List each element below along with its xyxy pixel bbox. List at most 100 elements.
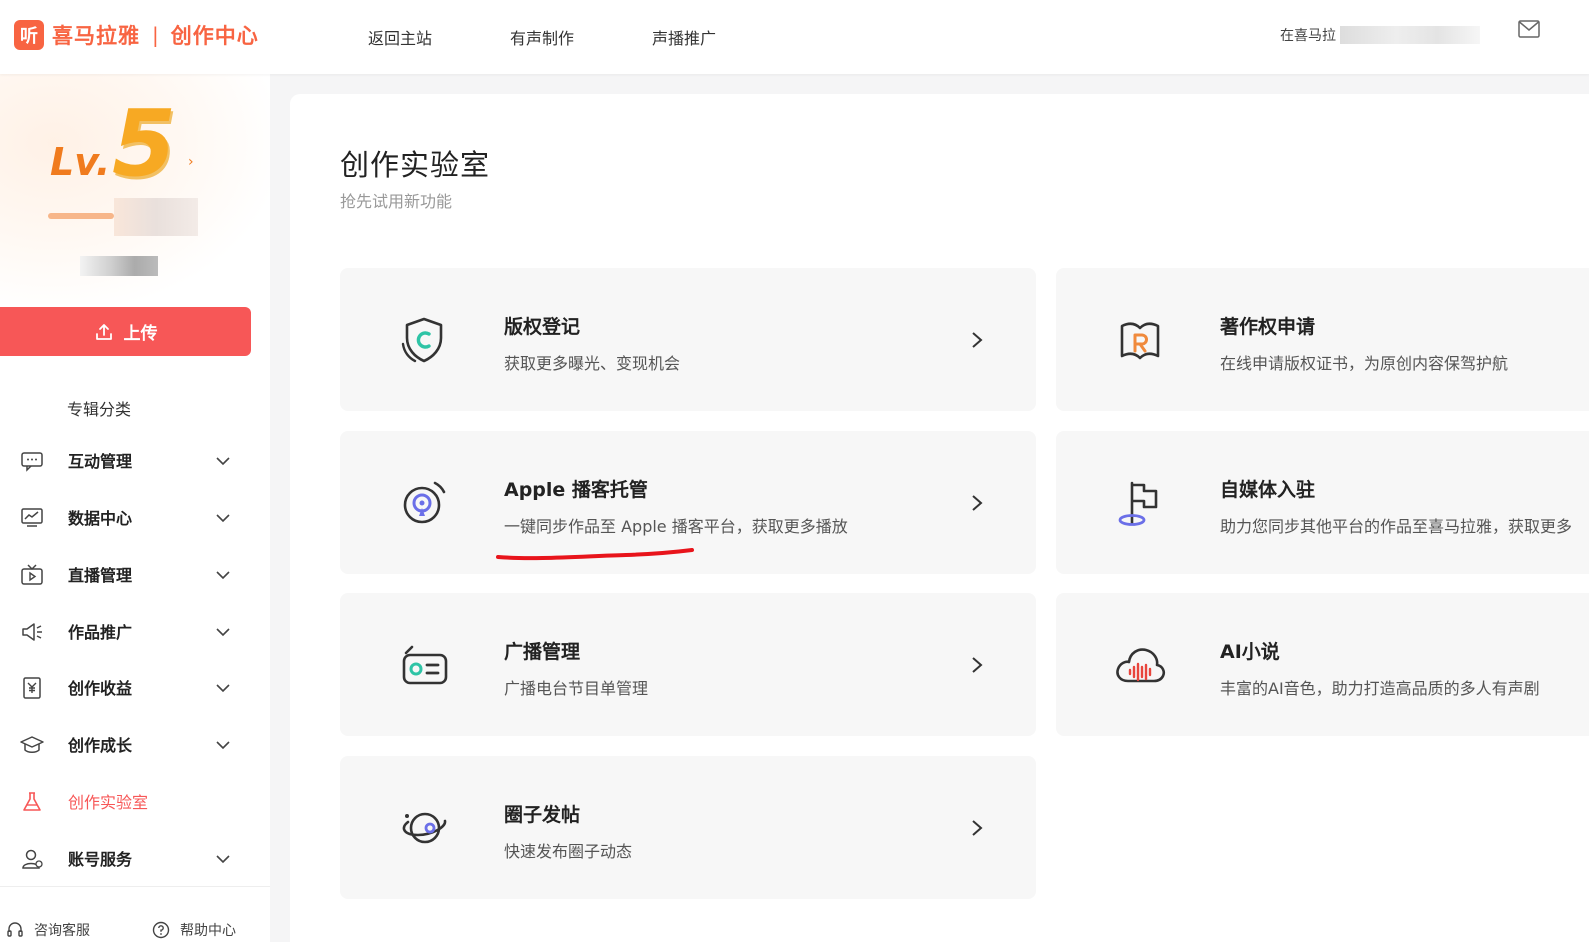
sidebar-footer: 咨询客服 帮助中心: [0, 914, 270, 942]
user-prefix-text: 在喜马拉: [1280, 28, 1336, 44]
blurred-avatar: [114, 198, 198, 236]
sidebar-item-creative-lab[interactable]: 创作实验室: [0, 781, 270, 821]
sidebar-item-account[interactable]: 账号服务: [0, 838, 270, 878]
planet-icon: [402, 812, 447, 844]
chat-icon: [21, 452, 43, 472]
sidebar-item-label: 作品推广: [68, 623, 133, 642]
level-number: 5: [112, 90, 177, 197]
brand-logo[interactable]: 听 喜马拉雅 | 创作中心: [14, 20, 259, 50]
sidebar-item-label: 创作实验室: [68, 793, 149, 812]
chart-icon: [21, 508, 43, 527]
card-desc: 助力您同步其他平台的作品至喜马拉雅，获取更多: [1220, 517, 1573, 536]
chevron-down-icon[interactable]: [215, 453, 231, 469]
blurred-nickname: [80, 256, 158, 276]
card-ai-novel[interactable]: AI小说 丰富的AI音色，助力打造高品质的多人有声剧: [1056, 593, 1589, 736]
flag-icon: [1118, 481, 1158, 526]
sidebar-divider: [0, 886, 270, 887]
sidebar-item-label: 创作成长: [68, 736, 133, 755]
help-center-label: 帮助中心: [180, 923, 236, 939]
level-arrow-icon[interactable]: ›: [188, 154, 194, 170]
help-center-link[interactable]: 帮助中心: [152, 920, 236, 940]
sidebar-item-promotion[interactable]: 作品推广: [0, 611, 270, 651]
card-circle-post[interactable]: 圈子发帖 快速发布圈子动态: [340, 756, 1036, 899]
upload-button[interactable]: 上传: [0, 307, 251, 356]
chevron-right-icon: [972, 495, 983, 511]
upload-label: 上传: [123, 324, 158, 344]
book-r-icon: [1120, 322, 1160, 360]
customer-service-label: 咨询客服: [34, 923, 90, 939]
sidebar: Lv. 5 › 上传 专辑分类 互动管理 数据中心 直播管理 作品推广 创作收益: [0, 74, 270, 942]
card-title: Apple 播客托管: [504, 479, 648, 501]
chevron-down-icon[interactable]: [215, 851, 231, 867]
card-desc: 广播电台节目单管理: [504, 679, 649, 698]
card-title: 自媒体入驻: [1220, 479, 1316, 501]
podcast-icon: [403, 481, 446, 524]
card-desc: 获取更多曝光、变现机会: [504, 354, 681, 373]
sidebar-item-label: 数据中心: [68, 509, 133, 528]
brand-separator: |: [152, 23, 159, 47]
page-title: 创作实验室: [340, 148, 491, 182]
megaphone-icon: [22, 623, 42, 641]
yuan-icon: [23, 677, 41, 699]
chevron-down-icon[interactable]: [215, 737, 231, 753]
sidebar-item-earnings[interactable]: 创作收益: [0, 667, 270, 707]
chevron-down-icon[interactable]: [215, 510, 231, 526]
chevron-right-icon: [972, 820, 983, 836]
card-copyright-application[interactable]: 著作权申请 在线申请版权证书，为原创内容保驾护航: [1056, 268, 1589, 411]
user-icon: [22, 849, 43, 869]
cloud-wave-icon: [1116, 648, 1166, 683]
nav-item-home[interactable]: 返回主站: [368, 25, 432, 49]
level-progress-bar: [48, 213, 114, 219]
upload-icon: [95, 323, 112, 340]
card-title: 广播管理: [504, 641, 581, 663]
help-icon: [152, 921, 170, 939]
chevron-down-icon[interactable]: [215, 680, 231, 696]
user-area[interactable]: 在喜马拉: [1280, 20, 1480, 50]
nav-item-promotion[interactable]: 声播推广: [652, 25, 716, 49]
card-broadcast-management[interactable]: 广播管理 广播电台节目单管理: [340, 593, 1036, 736]
flask-icon: [23, 792, 41, 811]
card-desc: 丰富的AI音色，助力打造高品质的多人有声剧: [1220, 679, 1540, 698]
level-card[interactable]: Lv. 5 ›: [0, 74, 270, 304]
chevron-down-icon[interactable]: [215, 624, 231, 640]
sidebar-item-label: 创作收益: [68, 679, 133, 698]
brand-name: 喜马拉雅: [52, 24, 140, 48]
card-title: AI小说: [1220, 641, 1280, 663]
sidebar-item-growth[interactable]: 创作成长: [0, 724, 270, 764]
sidebar-item-interaction[interactable]: 互动管理: [0, 440, 270, 480]
sidebar-item-album-category[interactable]: 专辑分类: [67, 396, 131, 420]
top-header: 听 喜马拉雅 | 创作中心 返回主站 有声制作 声播推广 在喜马拉: [0, 0, 1589, 74]
card-desc: 一键同步作品至 Apple 播客平台，获取更多播放: [504, 517, 848, 536]
sidebar-item-label: 直播管理: [68, 566, 133, 585]
sidebar-item-live[interactable]: 直播管理: [0, 554, 270, 594]
customer-service-link[interactable]: 咨询客服: [6, 920, 90, 940]
chevron-right-icon: [972, 332, 983, 348]
page-subtitle: 抢先试用新功能: [340, 192, 453, 211]
chevron-down-icon[interactable]: [215, 567, 231, 583]
shield-c-icon: [401, 317, 443, 363]
sidebar-item-data-center[interactable]: 数据中心: [0, 497, 270, 537]
card-desc: 快速发布圈子动态: [504, 842, 633, 861]
card-title: 版权登记: [504, 316, 581, 338]
card-copyright-registration[interactable]: 版权登记 获取更多曝光、变现机会: [340, 268, 1036, 411]
sidebar-item-label: 互动管理: [68, 452, 133, 471]
sub-brand-name: 创作中心: [170, 24, 259, 48]
main-panel: 创作实验室 抢先试用新功能 版权登记 获取更多曝光、变现机会 著作权申请 在线申…: [290, 94, 1589, 942]
top-nav: 返回主站 有声制作 声播推广: [368, 0, 794, 74]
headset-icon: [7, 922, 23, 937]
radio-icon: [402, 645, 448, 685]
nav-item-audio-production[interactable]: 有声制作: [510, 25, 574, 49]
logo-mark: 听: [14, 20, 44, 50]
card-desc: 在线申请版权证书，为原创内容保驾护航: [1220, 354, 1509, 373]
card-self-media[interactable]: 自媒体入驻 助力您同步其他平台的作品至喜马拉雅，获取更多: [1056, 431, 1589, 574]
card-title: 圈子发帖: [504, 804, 581, 826]
sidebar-item-label: 账号服务: [68, 850, 133, 869]
level-prefix: Lv.: [50, 140, 111, 184]
blurred-username: [1340, 26, 1480, 44]
mail-icon[interactable]: [1518, 20, 1540, 38]
card-title: 著作权申请: [1220, 316, 1316, 338]
chevron-right-icon: [972, 657, 983, 673]
graduation-cap-icon: [20, 736, 44, 753]
tv-icon: [21, 564, 43, 585]
annotation-underline: [496, 548, 694, 561]
